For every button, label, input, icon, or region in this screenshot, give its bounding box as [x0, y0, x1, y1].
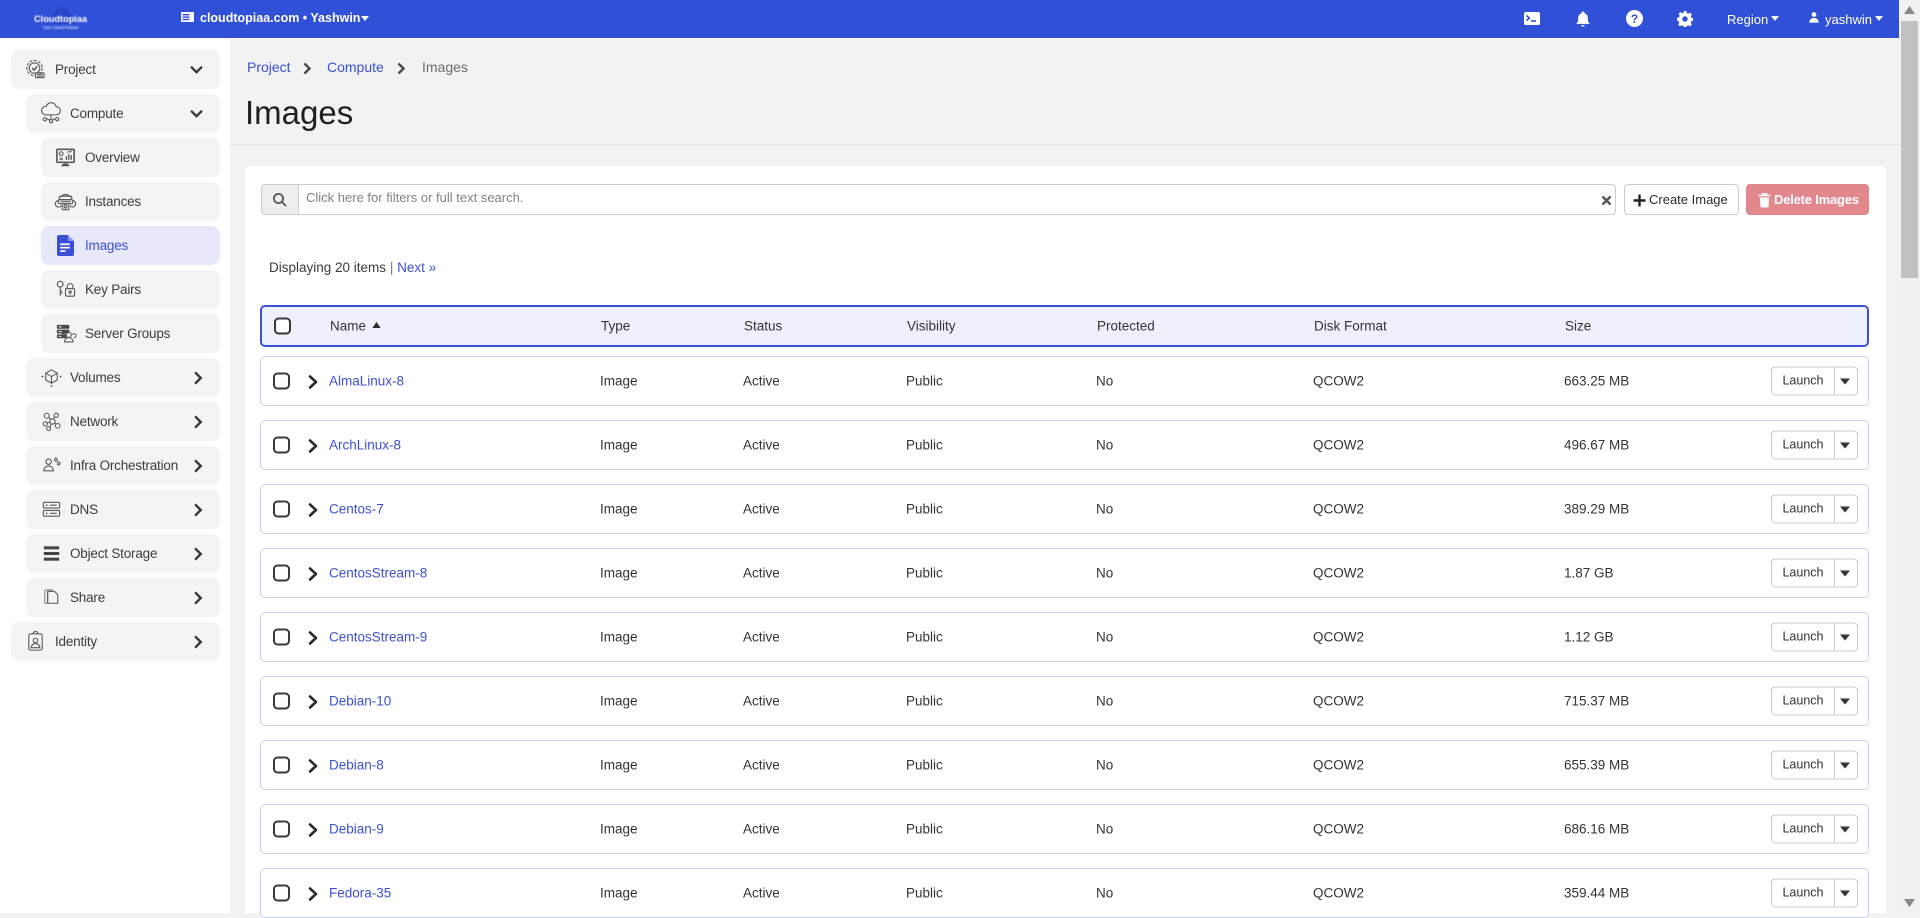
svg-text:?: ?: [1631, 12, 1638, 26]
